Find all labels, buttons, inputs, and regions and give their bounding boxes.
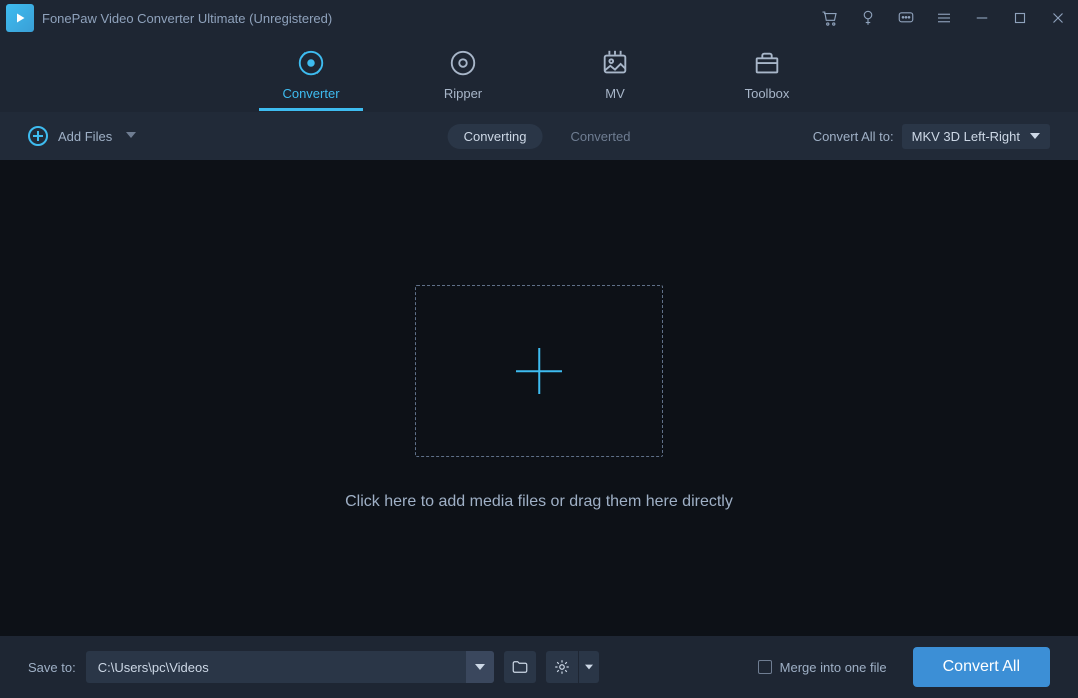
- dropzone-hint: Click here to add media files or drag th…: [345, 493, 733, 511]
- folder-icon: [511, 658, 529, 676]
- status-tabs: Converting Converted: [448, 124, 631, 149]
- tab-ripper[interactable]: Ripper: [423, 48, 503, 111]
- add-files-label: Add Files: [58, 129, 112, 144]
- cart-icon[interactable]: [818, 6, 842, 30]
- app-logo: [6, 4, 34, 32]
- plus-circle-icon: [28, 126, 48, 146]
- add-files-button[interactable]: Add Files: [28, 126, 136, 146]
- convert-all-button[interactable]: Convert All: [913, 647, 1050, 687]
- tab-converter[interactable]: Converter: [271, 48, 351, 111]
- main-tabs: Converter Ripper MV Toolbox: [0, 36, 1078, 112]
- converting-tab[interactable]: Converting: [448, 124, 543, 149]
- tab-mv[interactable]: MV: [575, 48, 655, 111]
- tab-mv-label: MV: [605, 86, 625, 101]
- tab-toolbox-label: Toolbox: [745, 86, 790, 101]
- mv-icon: [600, 48, 630, 78]
- format-dropdown[interactable]: MKV 3D Left-Right: [902, 124, 1050, 149]
- convert-all-label: Convert All: [943, 658, 1020, 676]
- merge-checkbox[interactable]: Merge into one file: [758, 660, 887, 675]
- close-button[interactable]: [1046, 6, 1070, 30]
- open-folder-button[interactable]: [504, 651, 536, 683]
- toolbox-icon: [752, 48, 782, 78]
- checkbox-icon: [758, 660, 772, 674]
- titlebar: FonePaw Video Converter Ultimate (Unregi…: [0, 0, 1078, 36]
- settings-dropdown[interactable]: [579, 651, 599, 683]
- converter-icon: [296, 48, 326, 78]
- save-path-dropdown[interactable]: [466, 651, 494, 683]
- bottom-bar: Save to: Merge into one file Convert All: [0, 636, 1078, 698]
- merge-label: Merge into one file: [780, 660, 887, 675]
- save-to-label: Save to:: [28, 660, 76, 675]
- tab-ripper-label: Ripper: [444, 86, 482, 101]
- maximize-button[interactable]: [1008, 6, 1032, 30]
- chevron-down-icon: [1030, 131, 1040, 141]
- feedback-icon[interactable]: [894, 6, 918, 30]
- settings-button[interactable]: [546, 651, 578, 683]
- plus-icon: [516, 348, 562, 394]
- convert-all-to-label: Convert All to:: [813, 129, 894, 144]
- key-icon[interactable]: [856, 6, 880, 30]
- app-title: FonePaw Video Converter Ultimate (Unregi…: [42, 11, 332, 26]
- dropzone[interactable]: [415, 285, 663, 457]
- save-path-field: [86, 651, 494, 683]
- format-selected: MKV 3D Left-Right: [912, 129, 1020, 144]
- add-files-dropdown[interactable]: [126, 127, 136, 145]
- save-path-input[interactable]: [86, 660, 466, 675]
- gear-icon: [553, 658, 571, 676]
- tab-toolbox[interactable]: Toolbox: [727, 48, 807, 111]
- ripper-icon: [448, 48, 478, 78]
- tab-converter-label: Converter: [282, 86, 339, 101]
- settings-button-group: [546, 651, 599, 683]
- menu-icon[interactable]: [932, 6, 956, 30]
- convert-all-to: Convert All to: MKV 3D Left-Right: [813, 124, 1050, 149]
- dropzone-area: Click here to add media files or drag th…: [0, 160, 1078, 636]
- converted-tab[interactable]: Converted: [570, 129, 630, 144]
- minimize-button[interactable]: [970, 6, 994, 30]
- action-bar: Add Files Converting Converted Convert A…: [0, 112, 1078, 160]
